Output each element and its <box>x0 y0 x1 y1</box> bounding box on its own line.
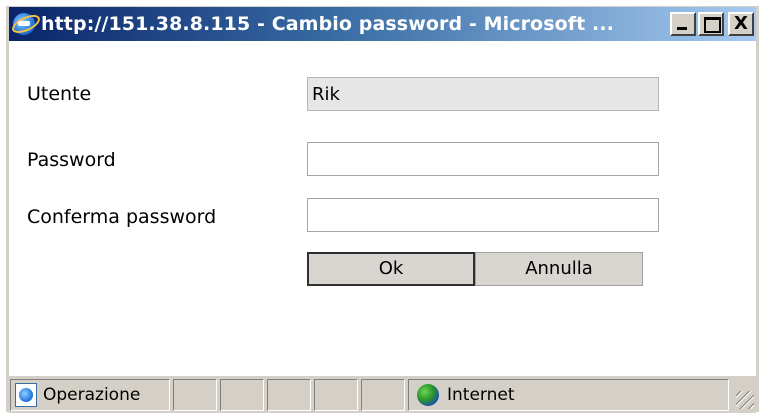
password-change-form: Utente Password Conferma password Ok Ann… <box>9 43 756 375</box>
page-ie-icon <box>15 383 37 407</box>
window-controls: X <box>670 12 754 36</box>
window-title: http://151.38.8.115 - Cambio password - … <box>41 13 614 35</box>
confirm-password-label: Conferma password <box>27 206 217 228</box>
user-field[interactable] <box>307 77 659 111</box>
browser-popup-window: http://151.38.8.115 - Cambio password - … <box>6 6 759 413</box>
close-button[interactable]: X <box>728 12 754 36</box>
confirm-password-input[interactable] <box>307 198 659 232</box>
status-text: Operazione <box>43 385 141 405</box>
minimize-button[interactable] <box>670 12 696 36</box>
status-pane <box>314 379 358 411</box>
zone-text: Internet <box>447 385 515 405</box>
cancel-button[interactable]: Annulla <box>475 252 643 286</box>
password-label: Password <box>27 149 116 171</box>
password-input[interactable] <box>307 142 659 176</box>
title-bar[interactable]: http://151.38.8.115 - Cambio password - … <box>9 7 756 41</box>
status-pane <box>267 379 311 411</box>
globe-icon <box>417 384 439 406</box>
maximize-button[interactable] <box>698 12 724 36</box>
resize-grip-icon[interactable] <box>732 379 756 411</box>
user-label: Utente <box>27 83 92 105</box>
status-pane-main: Operazione <box>10 379 170 411</box>
status-pane <box>220 379 264 411</box>
status-bar: Operazione Internet <box>9 375 756 413</box>
ie-icon <box>13 13 35 35</box>
status-pane <box>361 379 405 411</box>
status-pane-zone: Internet <box>408 379 729 411</box>
ok-button[interactable]: Ok <box>307 252 475 286</box>
status-pane <box>173 379 217 411</box>
